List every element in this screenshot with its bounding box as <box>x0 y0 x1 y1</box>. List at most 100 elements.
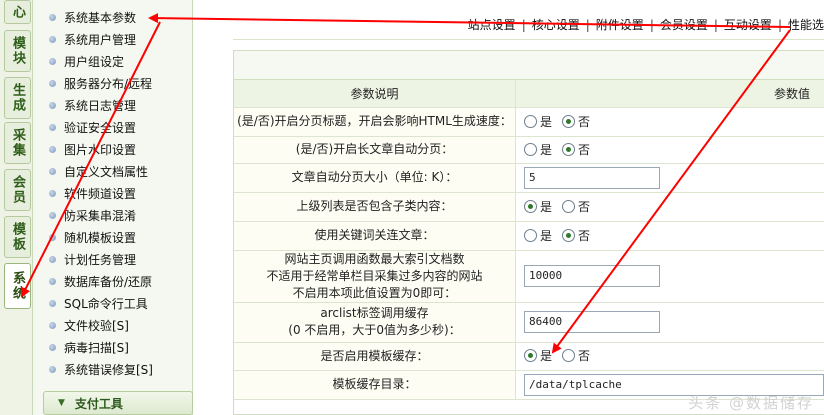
parameter-value: 是否 <box>515 136 824 164</box>
settings-tab[interactable]: 附件设置 <box>596 18 644 32</box>
parameter-value: 10000 <box>515 250 824 303</box>
menu-item[interactable]: 系统基本参数 <box>33 6 192 28</box>
radio-option-no[interactable]: 否 <box>562 227 590 244</box>
table-row: arclist标签调用缓存 (0 不启用，大于0值为多少秒)： 86400 <box>234 302 824 343</box>
menu-item-label: 计划任务管理 <box>64 252 137 267</box>
settings-tab[interactable]: 站点设置 <box>468 18 516 32</box>
menu-item[interactable]: 计划任务管理 <box>33 248 192 270</box>
parameter-label: 模板缓存目录： <box>234 370 516 400</box>
parameter-input[interactable]: 5 <box>524 166 660 189</box>
bullet-icon <box>49 145 56 153</box>
nav-separator: | <box>585 18 590 32</box>
menu-item-label: 数据库备份/还原 <box>64 274 153 289</box>
nav-separator: | <box>777 18 782 32</box>
menu-item[interactable]: 自定义文档属性 <box>33 160 192 182</box>
bullet-icon <box>49 13 56 21</box>
menu-item[interactable]: 系统用户管理 <box>33 28 192 50</box>
nav-separator: | <box>649 18 654 32</box>
radio-option-no[interactable]: 否 <box>562 198 590 215</box>
radio-label: 是 <box>540 228 553 243</box>
vtab-collect[interactable]: 采集 <box>4 122 31 164</box>
vtab-templates[interactable]: 模板 <box>4 216 31 258</box>
radio-option-no[interactable]: 否 <box>562 347 590 364</box>
side-menu: 系统基本参数 系统用户管理 用户组设定服务器分布/远程系统日志管理 验证安全设置 图片水… <box>33 0 193 415</box>
menu-item-label: 随机模板设置 <box>64 230 137 245</box>
menu-item[interactable]: 防采集串混淆 <box>33 204 192 226</box>
bullet-icon <box>49 101 56 109</box>
parameter-value: 86400 <box>515 302 824 343</box>
menu-item[interactable]: 验证安全设置 <box>33 116 192 138</box>
radio-button[interactable] <box>562 142 576 156</box>
vtab-system[interactable]: 系统 <box>4 263 31 309</box>
menu-item[interactable]: 随机模板设置 <box>33 226 192 248</box>
side-menu-list: 系统基本参数 系统用户管理 用户组设定服务器分布/远程系统日志管理 验证安全设置 图片水… <box>33 0 192 380</box>
menu-item[interactable]: 数据库备份/还原 <box>33 270 192 292</box>
menu-item-label: 用户组设定 <box>64 54 125 69</box>
bullet-icon <box>49 189 56 197</box>
menu-item[interactable]: 软件频道设置 <box>33 182 192 204</box>
menu-item-label: 系统用户管理 <box>64 32 137 47</box>
menu-section-label: 支付工具 <box>74 396 123 411</box>
column-header-value: 参数值 <box>515 80 824 108</box>
settings-panel: 参数说明 参数值 (是/否)开启分页标题，开启会影响HTML生成速度：是否 (是/… <box>233 50 824 415</box>
menu-item-label: 系统基本参数 <box>64 10 137 25</box>
top-bar: 站点设置 | 核心设置 | 附件设置 | 会员设置 | 互动设置 | 性能选 <box>233 0 824 40</box>
parameter-value: 是否 <box>515 107 824 137</box>
bullet-icon <box>49 35 56 43</box>
menu-item[interactable]: 文件校验[S] <box>33 314 192 336</box>
parameter-input[interactable]: 86400 <box>524 311 660 333</box>
menu-item-label: 文件校验[S] <box>64 318 129 333</box>
menu-item[interactable]: SQL命令行工具 <box>33 292 192 314</box>
menu-item[interactable]: 病毒扫描[S] <box>33 336 192 358</box>
radio-label: 否 <box>578 142 591 157</box>
parameter-value: 5 <box>515 163 824 193</box>
parameter-label: arclist标签调用缓存 (0 不启用，大于0值为多少秒)： <box>234 302 516 343</box>
radio-button[interactable] <box>562 199 576 213</box>
radio-option-no[interactable]: 否 <box>562 113 590 130</box>
table-row: (是/否)开启长文章自动分页：是否 <box>234 136 824 164</box>
settings-tab[interactable]: 性能选 <box>788 18 824 32</box>
menu-item[interactable]: 用户组设定 <box>33 50 192 72</box>
radio-button[interactable] <box>562 349 576 362</box>
menu-item[interactable]: 服务器分布/远程 <box>33 72 192 94</box>
vtab-core[interactable]: 心 <box>4 0 31 24</box>
menu-item[interactable]: 图片水印设置 <box>33 138 192 160</box>
vtab-generate[interactable]: 生成 <box>4 77 31 119</box>
bullet-icon <box>49 233 56 241</box>
parameter-input[interactable]: 10000 <box>524 265 660 287</box>
bullet-icon <box>49 321 56 329</box>
radio-option-yes[interactable]: 是 <box>524 227 552 244</box>
radio-option-no[interactable]: 否 <box>562 141 590 158</box>
settings-tab[interactable]: 互动设置 <box>724 18 772 32</box>
vtab-members[interactable]: 会员 <box>4 169 31 211</box>
parameter-label: 文章自动分页大小（单位: K）： <box>234 163 516 193</box>
radio-label: 是 <box>540 142 553 157</box>
menu-section-payment[interactable]: ▼ 支付工具 <box>43 391 193 415</box>
menu-item-label: 自定义文档属性 <box>64 164 149 179</box>
radio-button[interactable] <box>524 142 537 156</box>
vtab-modules[interactable]: 模块 <box>4 30 31 72</box>
radio-option-yes[interactable]: 是 <box>524 198 552 215</box>
radio-label: 否 <box>578 199 591 214</box>
bullet-icon <box>49 255 56 263</box>
menu-item-label: 病毒扫描[S] <box>64 340 129 355</box>
radio-button[interactable] <box>524 349 537 362</box>
radio-option-yes[interactable]: 是 <box>524 113 552 130</box>
radio-option-yes[interactable]: 是 <box>524 141 552 158</box>
menu-item[interactable]: 系统错误修复[S] <box>33 358 192 380</box>
radio-button[interactable] <box>524 199 537 213</box>
radio-button[interactable] <box>524 114 537 128</box>
watermark-text: 头条 @数据储存 <box>688 394 814 412</box>
radio-button[interactable] <box>562 228 576 242</box>
parameter-value: 是否 <box>515 221 824 251</box>
parameter-label: 使用关键词关连文章： <box>234 221 516 251</box>
radio-button[interactable] <box>524 228 537 242</box>
menu-item[interactable]: 系统日志管理 <box>33 94 192 116</box>
menu-item-label: 服务器分布/远程 <box>64 76 153 91</box>
settings-tab[interactable]: 核心设置 <box>532 18 580 32</box>
radio-button[interactable] <box>562 114 576 128</box>
parameter-label: 网站主页调用函数最大索引文档数 不适用于经常单栏目采集过多内容的网站 不启用本项此值… <box>234 250 516 303</box>
settings-tab[interactable]: 会员设置 <box>660 18 708 32</box>
parameter-value: 是否 <box>515 342 824 371</box>
radio-option-yes[interactable]: 是 <box>524 347 552 364</box>
